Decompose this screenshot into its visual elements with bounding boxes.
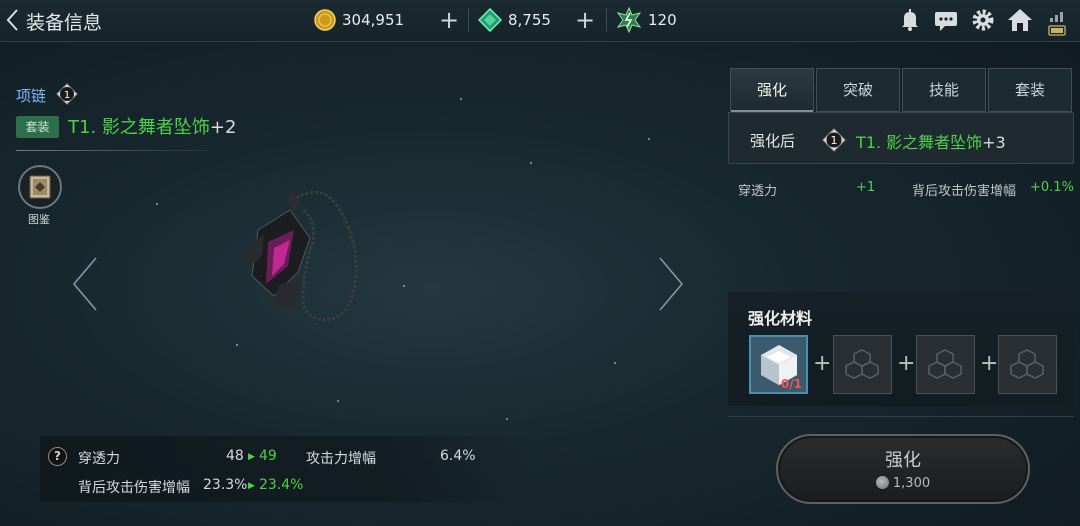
material-slot-3[interactable] [916,335,975,394]
divider [16,150,208,151]
star [236,344,238,346]
tab-set[interactable]: 套装 [988,68,1072,112]
empty-slot-cubes-icon [845,349,879,379]
chat-button[interactable] [932,6,960,34]
settings-button[interactable] [969,6,997,34]
enhance-button-label: 强化 [885,450,921,471]
codex-button[interactable] [18,165,62,209]
book-icon [29,175,51,199]
star [530,162,532,164]
gain-label-back-attack: 背后攻击伤害增幅 [912,184,1017,199]
star [337,400,339,402]
add-gem-button[interactable]: + [571,6,599,34]
notification-button[interactable] [896,6,924,34]
back-button[interactable] [4,7,22,33]
material-count: 0/1 [780,377,802,391]
help-icon[interactable]: ? [48,447,67,466]
grade-badge: 1 [56,83,78,105]
silver-coin-icon [875,476,889,489]
grade-number: 1 [831,134,838,147]
plus-icon: + [980,351,999,376]
after-item-name: T1. 影之舞者坠饰+3 [856,129,1006,153]
home-button[interactable] [1006,6,1034,34]
empty-slot-cubes-icon [1010,349,1044,379]
tab-enhance[interactable]: 强化 [730,68,814,112]
item-name-text: T1. 影之舞者坠饰 [68,117,210,138]
green-gem-icon [478,8,502,32]
status-indicator [1046,6,1070,36]
stat-value-penetration: 48 [226,448,244,464]
after-item-name-text: T1. 影之舞者坠饰 [856,133,983,152]
next-item-button[interactable] [656,256,686,312]
item-artwork [228,180,378,330]
set-tag: 套装 [16,116,59,138]
page-title: 装备信息 [26,12,103,34]
gold-coin-icon [314,9,336,31]
gem-amount: 8,755 [508,11,551,29]
energy-currency: 120 [616,7,677,33]
stat-next-penetration: 49 [259,448,277,464]
stat-label-attack-boost: 攻击力增幅 [306,451,376,467]
signal-battery-icon [1048,12,1066,36]
grade-badge-icon: 1 [822,128,846,152]
plus-icon: + [813,351,832,376]
after-enhance-label: 强化后 [750,132,796,150]
gold-amount: 304,951 [342,11,405,29]
stat-label-penetration: 穿透力 [78,451,120,467]
divider [468,8,469,32]
chat-bubble-icon [935,12,957,31]
materials-title: 强化材料 [748,309,813,328]
star [506,418,508,420]
divider [606,8,607,32]
home-icon [1008,9,1032,31]
gem-currency: 8,755 [478,7,551,33]
increase-arrow-icon: ▶ [248,452,255,462]
stat-label-back-attack: 背后攻击伤害增幅 [78,480,190,496]
stat-next-back-attack: 23.4% [259,477,304,493]
energy-amount: 120 [648,11,677,29]
add-gold-button[interactable]: + [435,6,463,34]
grade-badge: 1 [822,128,846,152]
enhance-button[interactable]: 强化 1,300 [776,434,1030,504]
item-name: T1. 影之舞者坠饰+2 [68,113,236,139]
chevron-left-icon [6,9,18,31]
top-bar: 装备信息 304,951 + 8,755 + 120 [0,0,1080,42]
gold-currency: 304,951 [314,7,404,33]
stat-value-back-attack: 23.3% [203,477,248,493]
grade-badge-icon: 1 [56,83,78,105]
enhance-cost-value: 1,300 [892,476,931,491]
codex-label: 图鉴 [28,213,50,226]
increase-arrow-icon: ▶ [248,481,255,491]
star [648,138,650,140]
star [403,285,405,287]
star [614,362,616,364]
grade-number: 1 [64,90,70,101]
plus-icon: + [897,351,916,376]
material-slot-4[interactable] [998,335,1057,394]
chevron-left-icon [72,257,97,311]
enhance-cost: 1,300 [778,476,1028,491]
empty-slot-cubes-icon [928,349,962,379]
gear-icon [972,9,994,31]
item-category: 项链 [16,87,47,105]
divider [728,416,1074,417]
item-enhance-level: +2 [209,117,237,138]
material-slot-2[interactable] [833,335,892,394]
gain-value-back-attack: +0.1% [1030,180,1074,195]
star [156,203,158,205]
bell-icon [902,9,918,31]
previous-item-button[interactable] [70,256,100,312]
stat-value-attack-boost: 6.4% [440,448,476,464]
chevron-right-icon [659,257,684,311]
tab-skill[interactable]: 技能 [902,68,986,112]
after-enhance-level: +3 [982,133,1006,152]
tab-breakthrough[interactable]: 突破 [816,68,900,112]
energy-crystal-icon [616,7,642,33]
star [460,98,462,100]
gain-label-penetration: 穿透力 [738,184,778,199]
material-slot-1[interactable]: 0/1 [749,335,808,394]
necklace-pendant-icon [242,190,358,322]
gain-value-penetration: +1 [856,180,876,195]
